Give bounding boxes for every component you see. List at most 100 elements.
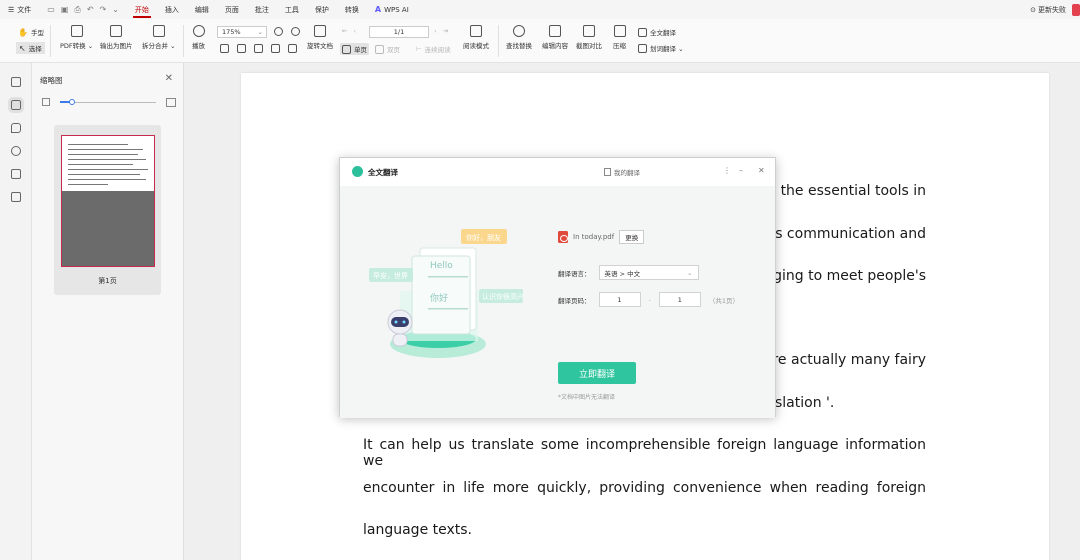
tab-insert[interactable]: 插入: [157, 0, 187, 19]
first-page-icon[interactable]: ⇤: [342, 27, 347, 35]
document-icon: [604, 168, 611, 176]
folder-icon[interactable]: ▭: [47, 5, 55, 15]
tab-convert[interactable]: 转换: [337, 0, 367, 19]
tab-wps-ai[interactable]: A WPS AI: [367, 0, 417, 19]
bookmark-icon[interactable]: [11, 77, 21, 87]
pdf-convert-button[interactable]: PDF转换 ⌄: [60, 25, 93, 50]
word-translate-icon: [638, 43, 647, 53]
document-line: It can help us translate some incomprehe…: [363, 437, 926, 469]
attachment-icon[interactable]: [11, 146, 21, 156]
divider: [183, 25, 184, 57]
print-icon[interactable]: ⎙: [74, 5, 80, 15]
full-translate-dialog: 全文翻译 我的翻译 ⋮ – ✕ Hello 你好 你好，朋友 早安，世界 认识你…: [339, 157, 776, 418]
last-page-icon[interactable]: ⇥: [443, 27, 448, 35]
page-thumbnail[interactable]: 第1页: [54, 125, 161, 295]
account-button[interactable]: [1072, 3, 1080, 16]
compress-icon: [613, 25, 626, 37]
file-menu[interactable]: ☰ 文件: [0, 0, 39, 19]
thumbnail-zoom-slider[interactable]: [42, 98, 176, 108]
illustration-bubble-text: 早安，世界: [373, 271, 408, 280]
single-page-button[interactable]: 单页: [340, 43, 369, 55]
language-select[interactable]: 英语 > 中文 ⌄: [598, 265, 699, 280]
my-translations-link[interactable]: 我的翻译: [604, 167, 640, 177]
document-line: slation '.: [775, 395, 835, 411]
page-to-input[interactable]: 1: [658, 292, 701, 307]
rotate-right-icon[interactable]: [288, 44, 297, 53]
read-mode-button[interactable]: 阅读模式: [463, 25, 489, 50]
page-thumbnail-label: 第1页: [98, 277, 117, 285]
chevron-down-icon[interactable]: ⌄: [112, 5, 119, 15]
minimize-icon[interactable]: –: [739, 166, 743, 175]
next-page-icon[interactable]: ›: [434, 27, 437, 35]
slider-handle[interactable]: [68, 99, 75, 105]
redo-icon[interactable]: ↷: [100, 5, 107, 15]
prev-page-icon[interactable]: ‹: [353, 27, 356, 35]
screenshot-compare-button[interactable]: 截图对比: [576, 25, 602, 50]
illustration-nihao: 你好: [430, 292, 448, 304]
tab-tools[interactable]: 工具: [277, 0, 307, 19]
play-button[interactable]: 播放: [192, 25, 205, 50]
illustration-line: [428, 308, 468, 310]
close-icon[interactable]: ✕: [758, 166, 765, 175]
translate-now-button[interactable]: 立即翻译: [558, 362, 636, 384]
change-file-button[interactable]: 更换: [619, 230, 645, 244]
dual-page-button[interactable]: 双页: [375, 44, 400, 54]
tab-edit[interactable]: 编辑: [187, 0, 217, 19]
illustration-line: [428, 276, 468, 278]
hand-tool-button[interactable]: ✋ 手型: [18, 27, 44, 38]
edit-content-button[interactable]: 编辑内容: [542, 25, 568, 50]
layers-icon[interactable]: [11, 192, 21, 202]
export-image-icon: [110, 25, 123, 37]
menu-bar: ☰ 文件 ▭ ▣ ⎙ ↶ ↷ ⌄ 开始 插入 编辑 页面 批注 工具 保护 转换…: [0, 0, 1080, 19]
hand-icon: ✋: [18, 27, 28, 37]
illustration-bubble-text: 你好，朋友: [466, 233, 501, 242]
full-translate-button[interactable]: 全文翻译: [638, 27, 676, 37]
compress-button[interactable]: 压缩: [613, 25, 626, 50]
page-range-row: 翻译页码： 1 - 1 （共1页）: [558, 292, 739, 307]
split-merge-button[interactable]: 拆分合并 ⌄: [142, 25, 176, 50]
undo-icon[interactable]: ↶: [87, 5, 94, 15]
dual-page-icon: [375, 44, 384, 54]
select-tool-button[interactable]: ↖ 选择: [16, 42, 45, 54]
language-label: 翻译语言：: [558, 269, 591, 278]
more-options-icon[interactable]: ⋮: [723, 166, 731, 175]
find-replace-button[interactable]: 查找替换: [506, 25, 532, 50]
signature-icon[interactable]: [11, 169, 21, 179]
page-from-input[interactable]: 1: [598, 292, 641, 307]
page-number-input[interactable]: 1/1: [369, 26, 429, 38]
continuous-read-button[interactable]: ⊢ 连续阅读: [416, 44, 451, 54]
document-line: ging to meet people's: [773, 268, 926, 284]
pdf-file-icon: [558, 231, 568, 243]
save-icon[interactable]: ▣: [61, 5, 69, 15]
word-translate-button[interactable]: 划词翻译 ⌄: [638, 43, 684, 53]
illustration-bubble-text: 认识你很高兴: [482, 292, 524, 301]
export-image-button[interactable]: 输出为图片: [100, 25, 133, 50]
zoom-out-icon[interactable]: [274, 27, 283, 36]
zoom-small-icon[interactable]: [42, 98, 50, 106]
zoom-in-icon[interactable]: [291, 27, 300, 36]
fit-width-icon[interactable]: [237, 44, 246, 53]
update-status[interactable]: 更新失败: [1038, 5, 1072, 15]
zoom-select[interactable]: 175% ⌄: [217, 26, 267, 38]
tab-page[interactable]: 页面: [217, 0, 247, 19]
tab-comment[interactable]: 批注: [247, 0, 277, 19]
rotate-document-button[interactable]: 旋转文档: [307, 25, 333, 50]
robot-body: [392, 333, 408, 347]
zoom-large-icon[interactable]: [166, 98, 176, 107]
dialog-body: Hello 你好 你好，朋友 早安，世界 认识你很高兴 In today.pdf…: [340, 186, 775, 418]
thumbnail-icon[interactable]: [8, 97, 24, 113]
tab-start[interactable]: 开始: [127, 0, 157, 19]
rotate-left-icon[interactable]: [271, 44, 280, 53]
document-line: encounter in life more quickly, providin…: [363, 480, 926, 496]
image-note: *文档中图片无法翻译: [558, 394, 616, 401]
fit-page-icon[interactable]: [220, 44, 229, 53]
thumbnail-panel: 缩略图 ✕ 第1页: [32, 63, 184, 560]
tab-protect[interactable]: 保护: [307, 0, 337, 19]
actual-size-icon[interactable]: [254, 44, 263, 53]
crop-icon: [583, 25, 595, 37]
comment-icon[interactable]: [11, 123, 21, 133]
zoom-controls: [274, 27, 300, 36]
pdf-convert-icon: [70, 25, 83, 37]
close-icon[interactable]: ✕: [165, 73, 173, 84]
quick-access-toolbar: ▭ ▣ ⎙ ↶ ↷ ⌄: [39, 5, 127, 15]
